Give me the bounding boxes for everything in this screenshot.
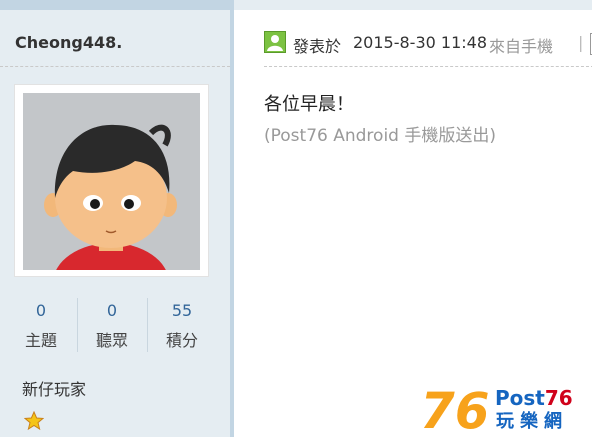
post-content: 各位早晨！ bbox=[264, 94, 354, 115]
stat-label: 聽眾 bbox=[95, 331, 128, 350]
posted-label: 發表於 bbox=[293, 37, 342, 56]
username-link[interactable]: Cheong448. bbox=[15, 33, 122, 52]
avatar-frame bbox=[14, 84, 209, 277]
user-stats: 0 主題 0 聽眾 55 積分 bbox=[0, 296, 230, 356]
avatar-cartoon-image bbox=[23, 93, 200, 270]
post-signature: (Post76 Android 手機版送出) bbox=[264, 126, 496, 146]
sidebar-top-bar bbox=[0, 0, 230, 10]
stat-label: 積分 bbox=[165, 331, 198, 350]
star-icon bbox=[24, 411, 44, 431]
stat-points[interactable]: 55 積分 bbox=[144, 296, 220, 356]
stat-label: 主題 bbox=[24, 331, 57, 350]
logo-brand-chinese: 玩樂網 bbox=[496, 411, 568, 432]
user-rank[interactable]: 新仔玩家 bbox=[22, 376, 86, 400]
stat-value: 55 bbox=[171, 301, 193, 320]
sidebar-divider bbox=[0, 66, 230, 67]
user-online-icon bbox=[264, 31, 286, 53]
post-source: 來自手機 bbox=[489, 37, 554, 56]
header-separator: | bbox=[578, 33, 584, 52]
column-divider bbox=[230, 0, 234, 437]
stat-value: 0 bbox=[35, 301, 47, 320]
post-top-bar bbox=[234, 0, 592, 10]
stat-threads[interactable]: 0 主題 bbox=[3, 296, 79, 356]
logo-number: 76 bbox=[420, 382, 490, 437]
stat-followers[interactable]: 0 聽眾 bbox=[74, 296, 150, 356]
stat-value: 0 bbox=[106, 301, 118, 320]
user-sidebar: Cheong448. 0 主題 0 聽眾 55 積分 新仔玩家 bbox=[0, 0, 230, 437]
post-header-divider bbox=[264, 66, 592, 67]
post-date: 2015-8-30 11:48 bbox=[353, 33, 487, 52]
avatar[interactable] bbox=[23, 93, 200, 270]
